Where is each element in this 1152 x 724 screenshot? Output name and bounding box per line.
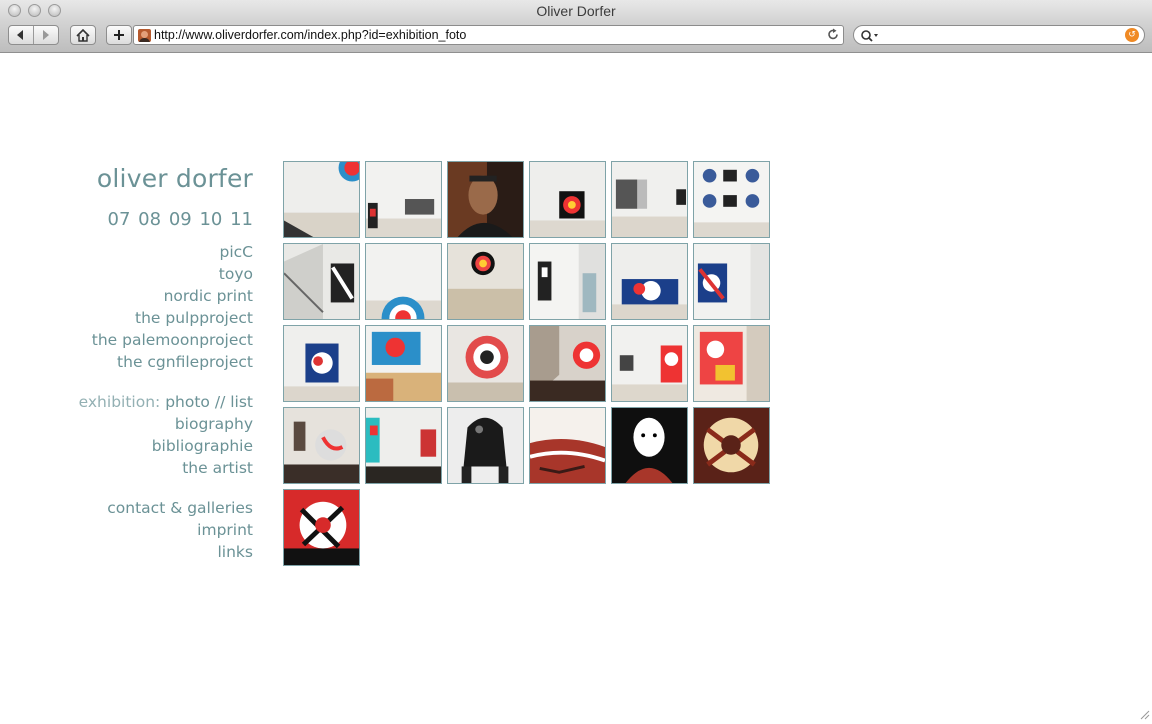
exhibition-photo-thumbnail[interactable]	[693, 325, 770, 402]
exhibition-separator: //	[214, 393, 226, 411]
exhibition-photo-thumbnail[interactable]	[693, 243, 770, 320]
menu-item-bibliographie[interactable]: bibliographie	[40, 435, 253, 457]
url-text[interactable]: http://www.oliverdorfer.com/index.php?id…	[154, 28, 466, 42]
menu-item-biography[interactable]: biography	[40, 413, 253, 435]
menu-item-pulpproject[interactable]: the pulpproject	[40, 307, 253, 329]
menu-item-exhibition: exhibition: photo // list	[40, 391, 253, 413]
exhibition-photo-thumbnail[interactable]	[447, 325, 524, 402]
exhibition-photo-thumbnail[interactable]	[365, 407, 442, 484]
address-bar[interactable]: http://www.oliverdorfer.com/index.php?id…	[133, 25, 844, 45]
forward-icon[interactable]	[41, 29, 51, 41]
snapback-icon[interactable]: ↺	[1125, 28, 1139, 42]
exhibition-photo-thumbnail[interactable]	[529, 407, 606, 484]
menu-item-nordic-print[interactable]: nordic print	[40, 285, 253, 307]
exhibition-photo-thumbnail[interactable]	[447, 243, 524, 320]
browser-toolbar: http://www.oliverdorfer.com/index.php?id…	[0, 22, 1152, 53]
home-icon	[76, 28, 90, 42]
exhibition-photo-thumbnail[interactable]	[529, 161, 606, 238]
exhibition-photo-thumbnail[interactable]	[529, 325, 606, 402]
plus-icon	[113, 29, 125, 41]
window-titlebar: Oliver Dorfer	[0, 0, 1152, 22]
exhibition-photo-thumbnail[interactable]	[283, 489, 360, 566]
window-title: Oliver Dorfer	[536, 3, 616, 19]
year-link[interactable]: 11	[230, 209, 253, 230]
exhibition-photo-thumbnail[interactable]	[283, 243, 360, 320]
exhibition-photo-thumbnail[interactable]	[365, 161, 442, 238]
year-link[interactable]: 08	[138, 209, 161, 230]
site-navigation: oliver dorfer 07 08 09 10 11 picC toyo n…	[40, 161, 253, 563]
exhibition-label: exhibition:	[78, 393, 161, 411]
exhibition-photo-thumbnail[interactable]	[693, 161, 770, 238]
year-links: 07 08 09 10 11	[40, 209, 253, 231]
menu-item-picc[interactable]: picC	[40, 241, 254, 263]
page-content: oliver dorfer 07 08 09 10 11 picC toyo n…	[0, 53, 1152, 720]
exhibition-photo-thumbnail[interactable]	[693, 407, 770, 484]
reload-icon[interactable]	[827, 28, 839, 45]
exhibition-photo-thumbnail[interactable]	[283, 407, 360, 484]
add-bookmark-button[interactable]	[106, 25, 132, 45]
site-title[interactable]: oliver dorfer	[40, 161, 253, 197]
year-link[interactable]: 10	[199, 209, 222, 230]
site-favicon-icon	[138, 29, 151, 42]
exhibition-photo-thumbnail[interactable]	[365, 243, 442, 320]
menu-item-the-artist[interactable]: the artist	[40, 457, 253, 479]
exhibition-photo-thumbnail[interactable]	[283, 325, 360, 402]
back-forward-control	[8, 25, 59, 45]
menu-item-imprint[interactable]: imprint	[40, 519, 253, 541]
exhibition-photo-thumbnail[interactable]	[529, 243, 606, 320]
menu-item-toyo[interactable]: toyo	[40, 263, 253, 285]
exhibition-photo-thumbnail[interactable]	[611, 407, 688, 484]
exhibition-photo-thumbnail[interactable]	[611, 243, 688, 320]
exhibition-list-link[interactable]: list	[230, 393, 253, 411]
year-link[interactable]: 09	[169, 209, 192, 230]
search-field[interactable]: ↺	[853, 25, 1145, 45]
exhibition-photo-thumbnail[interactable]	[365, 325, 442, 402]
menu-item-contact-galleries[interactable]: contact & galleries	[40, 497, 253, 519]
exhibition-photo-thumbnail[interactable]	[611, 325, 688, 402]
exhibition-photo-thumbnail[interactable]	[283, 161, 360, 238]
project-menu: picC toyo nordic print the pulpproject t…	[40, 241, 253, 373]
exhibition-photo-link[interactable]: photo	[165, 393, 210, 411]
exhibition-photo-thumbnail[interactable]	[447, 407, 524, 484]
back-icon[interactable]	[15, 29, 25, 41]
menu-item-palemoonproject[interactable]: the palemoonproject	[40, 329, 253, 351]
info-menu: exhibition: photo // list biography bibl…	[40, 391, 253, 479]
search-icon[interactable]	[860, 28, 880, 47]
contact-menu: contact & galleries imprint links	[40, 497, 253, 563]
exhibition-photo-thumbnail[interactable]	[611, 161, 688, 238]
year-link[interactable]: 07	[108, 209, 131, 230]
menu-item-links[interactable]: links	[40, 541, 254, 563]
resize-grip-icon[interactable]	[1138, 705, 1150, 720]
exhibition-photo-thumbnail[interactable]	[447, 161, 524, 238]
home-button[interactable]	[70, 25, 96, 45]
menu-item-cgnfileproject[interactable]: the cgnfileproject	[40, 351, 253, 373]
